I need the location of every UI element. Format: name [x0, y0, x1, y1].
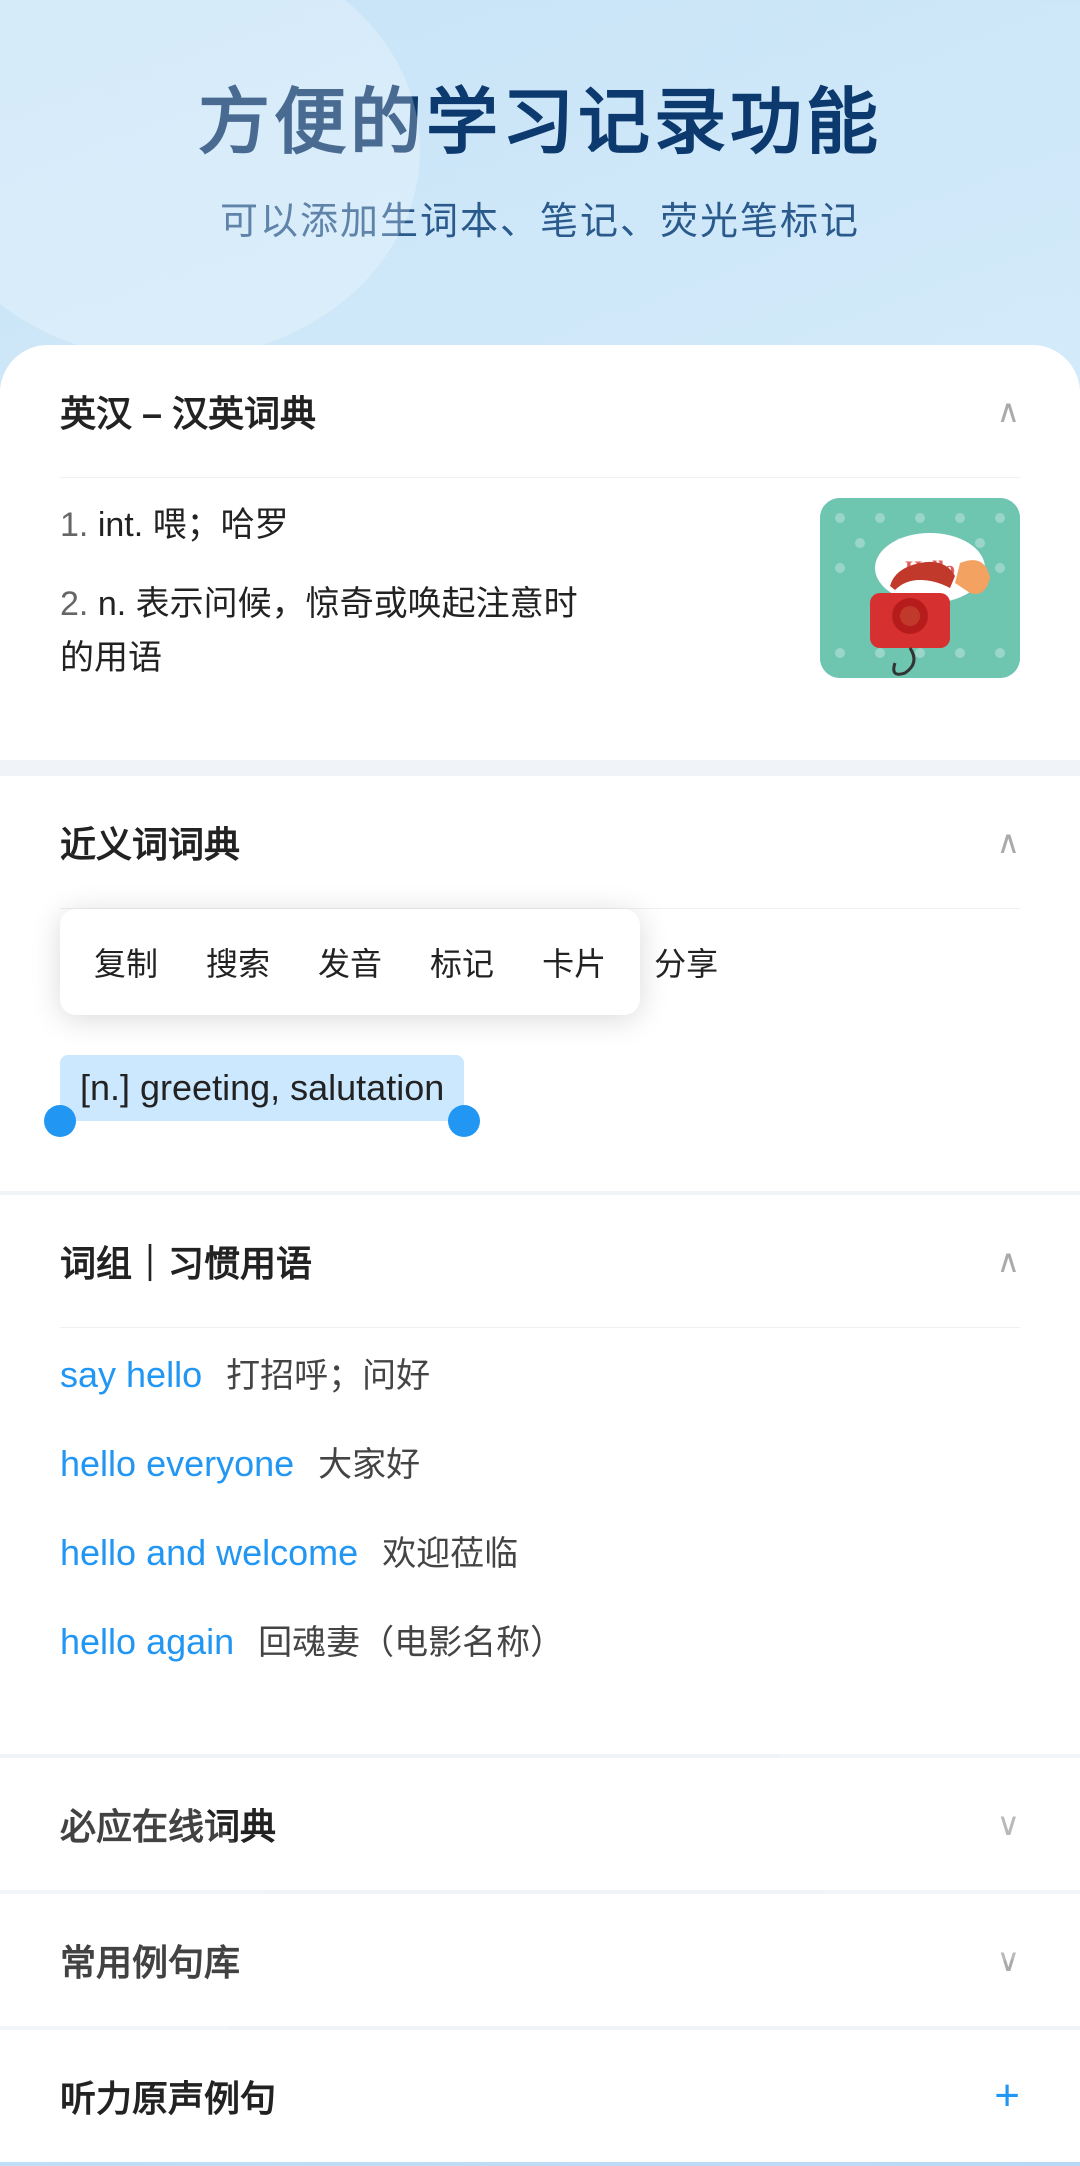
tingli-plus-icon[interactable]: + [994, 2071, 1020, 2121]
menu-mark[interactable]: 标记 [406, 929, 518, 995]
phrase-1-zh: 打招呼；问好 [226, 1348, 430, 1397]
phrase-3-zh: 欢迎莅临 [382, 1526, 518, 1575]
phrase-item-3[interactable]: hello and welcome 欢迎莅临 [60, 1526, 1020, 1575]
dict-entry-2: 2. n. 表示问候，惊奇或唤起注意时的用语 [60, 577, 790, 686]
phrases-section-title: 词组｜习惯用语 [60, 1235, 312, 1287]
synonym-section-header[interactable]: 近义词词典 ∧ [0, 776, 1080, 908]
selection-handle-left [44, 1105, 76, 1137]
entry-1-meaning: 喂；哈罗 [153, 506, 289, 544]
synonym-section-title: 近义词词典 [60, 816, 240, 868]
phrase-item-2[interactable]: hello everyone 大家好 [60, 1437, 1020, 1486]
menu-copy[interactable]: 复制 [70, 929, 182, 995]
phrase-4-zh: 回魂妻（电影名称） [258, 1615, 564, 1664]
phrase-2-en: hello everyone [60, 1443, 294, 1485]
entry-2-type: n. [98, 585, 136, 623]
synonym-content: 复制 搜索 发音 标记 卡片 分享 [n.] greeting, salutat… [0, 909, 1080, 1191]
hello-image: Hello [820, 498, 1020, 678]
dict-section-title: 英汉 – 汉英词典 [60, 385, 316, 437]
synonym-chevron-up-icon: ∧ [997, 823, 1020, 861]
phrase-3-en: hello and welcome [60, 1532, 358, 1574]
context-menu: 复制 搜索 发音 标记 卡片 分享 [60, 909, 640, 1015]
menu-pronounce[interactable]: 发音 [294, 929, 406, 995]
selected-text: [n.] greeting, salutation [60, 1055, 464, 1121]
synonym-section: 近义词词典 ∧ 复制 搜索 发音 标记 卡片 分享 [n.] greeting,… [0, 776, 1080, 1191]
dict-entries: 1. int. 喂；哈罗 2. n. 表示问候，惊奇或唤起注意时的用语 [0, 478, 1080, 759]
selection-handle-right [448, 1105, 480, 1137]
phrase-2-zh: 大家好 [318, 1437, 420, 1486]
bg-blob-1 [0, 0, 420, 360]
entry-2-meaning: 表示问候，惊奇或唤起注意时的用语 [60, 585, 578, 677]
menu-share[interactable]: 分享 [630, 929, 742, 995]
phrases-section-header[interactable]: 词组｜习惯用语 ∧ [0, 1195, 1080, 1327]
menu-card[interactable]: 卡片 [518, 929, 630, 995]
phrases-chevron-up-icon: ∧ [997, 1242, 1020, 1280]
dict-section: 英汉 – 汉英词典 ∧ 1. int. 喂；哈罗 2. n. [0, 345, 1080, 759]
dict-section-header[interactable]: 英汉 – 汉英词典 ∧ [0, 345, 1080, 477]
entry-2-num: 2. [60, 585, 88, 623]
page-root: 方便的学习记录功能 可以添加生词本、笔记、荧光笔标记 英汉 – 汉英词典 ∧ 1… [0, 0, 1080, 2162]
dict-entry-1: 1. int. 喂；哈罗 [60, 498, 790, 552]
dict-chevron-up-icon: ∧ [997, 392, 1020, 430]
menu-search[interactable]: 搜索 [182, 929, 294, 995]
entry-1-num: 1. [60, 506, 88, 544]
dict-text: 1. int. 喂；哈罗 2. n. 表示问候，惊奇或唤起注意时的用语 [60, 498, 790, 709]
dict-content: 1. int. 喂；哈罗 2. n. 表示问候，惊奇或唤起注意时的用语 [60, 498, 1020, 709]
phrase-4-en: hello again [60, 1621, 234, 1663]
phrase-item-1[interactable]: say hello 打招呼；问好 [60, 1348, 1020, 1397]
entry-1-type: int. [98, 506, 153, 544]
selected-text-wrapper: [n.] greeting, salutation [60, 1055, 464, 1121]
phrase-1-en: say hello [60, 1354, 202, 1396]
